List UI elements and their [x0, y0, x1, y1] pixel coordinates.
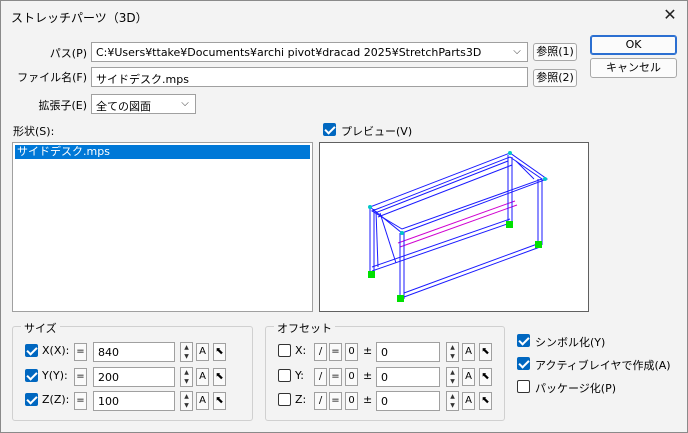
size-y-auto-button[interactable]: A: [196, 368, 209, 386]
offset-z-checkbox[interactable]: [278, 393, 291, 406]
ok-button[interactable]: OK: [590, 35, 677, 55]
offset-y-checkbox[interactable]: [278, 369, 291, 382]
offset-x-value: 0: [381, 346, 388, 359]
preview-checkbox[interactable]: [323, 123, 336, 136]
offset-z-equal-button[interactable]: =: [329, 392, 342, 410]
offset-x-checkbox[interactable]: [278, 344, 291, 357]
size-group-title: サイズ: [21, 320, 60, 336]
size-y-value: 200: [98, 371, 119, 384]
size-z-value: 100: [98, 395, 119, 408]
offset-y-input[interactable]: 0: [376, 367, 440, 387]
size-z-spinner[interactable]: ▲ ▼: [180, 391, 193, 411]
filename-label: ファイル名(F): [17, 71, 87, 84]
cursor-pick-icon[interactable]: ⬉: [479, 343, 492, 361]
cancel-button[interactable]: キャンセル: [590, 58, 677, 78]
offset-z-slash-button[interactable]: /: [314, 392, 327, 410]
offset-z-pm: ±: [363, 393, 373, 406]
size-y-spinner[interactable]: ▲ ▼: [180, 367, 193, 387]
browse-2-button[interactable]: 参照(2): [533, 69, 577, 87]
active-layer-checkbox[interactable]: [517, 357, 530, 370]
stretch-parts-dialog: ストレッチパーツ（3D） ✕ パス(P) C:¥Users¥ttake¥Docu…: [0, 0, 688, 433]
offset-group-title: オフセット: [274, 320, 335, 336]
offset-y-spinner[interactable]: ▲ ▼: [446, 367, 459, 387]
cursor-pick-icon[interactable]: ⬉: [213, 392, 226, 410]
offset-z-value: 0: [381, 395, 388, 408]
size-x-spinner[interactable]: ▲ ▼: [180, 342, 193, 362]
size-y-checkbox[interactable]: [25, 369, 38, 382]
offset-y-auto-button[interactable]: A: [462, 368, 475, 386]
path-value: C:¥Users¥ttake¥Documents¥archi pivot¥dra…: [96, 46, 482, 59]
offset-z-zero-button[interactable]: 0: [345, 392, 358, 410]
size-x-auto-button[interactable]: A: [196, 343, 209, 361]
size-z-label: Z(Z):: [42, 393, 70, 406]
extension-label: 拡張子(E): [38, 99, 87, 112]
package-checkbox[interactable]: [517, 380, 530, 393]
extension-combo[interactable]: 全ての図面 ⌵: [91, 94, 196, 114]
close-icon[interactable]: ✕: [659, 5, 681, 27]
offset-x-spinner[interactable]: ▲ ▼: [446, 342, 459, 362]
cursor-pick-icon[interactable]: ⬉: [479, 368, 492, 386]
preview-pane: [319, 142, 589, 312]
leg-foot-marker: [368, 271, 375, 278]
browse-1-button[interactable]: 参照(1): [533, 43, 577, 61]
size-x-value: 840: [98, 346, 119, 359]
desk-wireframe: [368, 151, 549, 302]
offset-z-auto-button[interactable]: A: [462, 392, 475, 410]
symbolize-label: シンボル化(Y): [535, 336, 606, 349]
offset-x-slash-button[interactable]: /: [314, 343, 327, 361]
size-z-input[interactable]: 100: [93, 391, 175, 411]
package-label: パッケージ化(P): [535, 382, 616, 395]
offset-y-zero-button[interactable]: 0: [345, 368, 358, 386]
extension-value: 全ての図面: [96, 100, 151, 113]
list-item[interactable]: サイドデスク.mps: [15, 145, 310, 159]
title-bar: ストレッチパーツ（3D） ✕: [1, 1, 687, 31]
cursor-pick-icon[interactable]: ⬉: [213, 343, 226, 361]
offset-z-spinner[interactable]: ▲ ▼: [446, 391, 459, 411]
size-x-label: X(X):: [42, 344, 70, 357]
stretch-rail: [397, 200, 516, 244]
offset-y-slash-button[interactable]: /: [314, 368, 327, 386]
path-label: パス(P): [49, 47, 87, 60]
size-y-equal-button[interactable]: =: [74, 368, 87, 386]
size-z-checkbox[interactable]: [25, 393, 38, 406]
cursor-pick-icon[interactable]: ⬉: [213, 368, 226, 386]
offset-z-input[interactable]: 0: [376, 391, 440, 411]
offset-z-label: Z:: [295, 393, 307, 406]
filename-value: サイドデスク.mps: [96, 73, 189, 86]
chevron-down-icon[interactable]: ⌵: [509, 44, 525, 60]
offset-x-auto-button[interactable]: A: [462, 343, 475, 361]
chevron-down-icon[interactable]: ⌵: [177, 96, 193, 112]
offset-y-value: 0: [381, 371, 388, 384]
offset-y-label: Y:: [295, 369, 304, 382]
window-title: ストレッチパーツ（3D）: [11, 11, 148, 25]
size-y-label: Y(Y):: [42, 369, 68, 382]
shape-label: 形状(S):: [13, 125, 55, 138]
size-y-input[interactable]: 200: [93, 367, 175, 387]
filename-input[interactable]: サイドデスク.mps: [91, 67, 528, 87]
offset-y-pm: ±: [363, 369, 373, 382]
active-layer-label: アクティブレイヤで作成(A): [535, 359, 671, 372]
offset-x-zero-button[interactable]: 0: [345, 343, 358, 361]
size-x-equal-button[interactable]: =: [74, 343, 87, 361]
size-x-input[interactable]: 840: [93, 342, 175, 362]
shape-listbox[interactable]: サイドデスク.mps: [12, 142, 313, 312]
symbolize-checkbox[interactable]: [517, 334, 530, 347]
offset-x-pm: ±: [363, 344, 373, 357]
offset-x-equal-button[interactable]: =: [329, 343, 342, 361]
offset-x-label: X:: [295, 344, 307, 357]
size-z-auto-button[interactable]: A: [196, 392, 209, 410]
cursor-pick-icon[interactable]: ⬉: [479, 392, 492, 410]
path-combo[interactable]: C:¥Users¥ttake¥Documents¥archi pivot¥dra…: [91, 42, 528, 62]
size-z-equal-button[interactable]: =: [74, 392, 87, 410]
size-x-checkbox[interactable]: [25, 344, 38, 357]
offset-y-equal-button[interactable]: =: [329, 368, 342, 386]
preview-label: プレビュー(V): [341, 125, 413, 138]
offset-x-input[interactable]: 0: [376, 342, 440, 362]
